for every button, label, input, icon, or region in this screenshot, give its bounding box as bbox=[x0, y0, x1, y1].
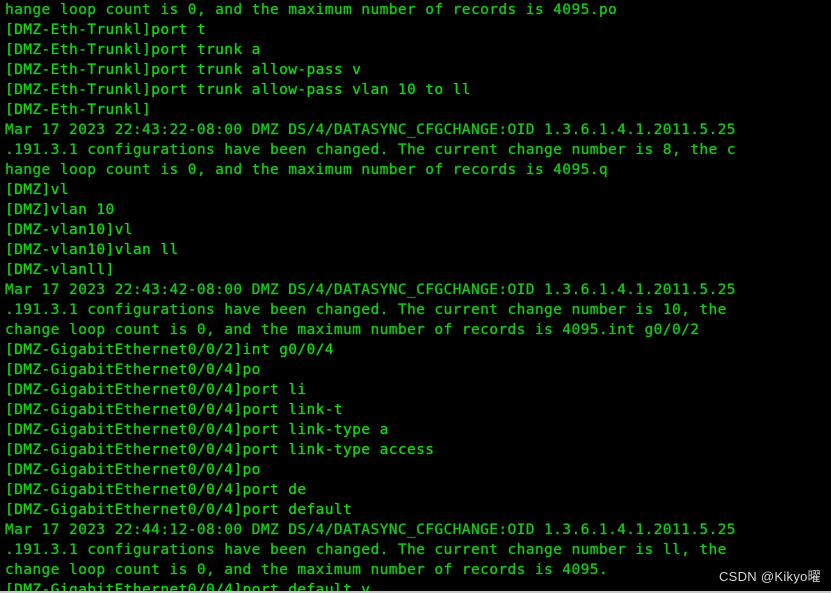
terminal-log-line: hange loop count is 0, and the maximum n… bbox=[5, 1, 618, 18]
terminal-log-line: hange loop count is 0, and the maximum n… bbox=[5, 161, 608, 178]
terminal-window[interactable]: hange loop count is 0, and the maximum n… bbox=[0, 0, 831, 593]
terminal-prompt-line: [DMZ-Eth-Trunkl]port t bbox=[5, 21, 206, 38]
terminal-prompt-line: [DMZ-GigabitEthernet0/0/2]int g0/0/4 bbox=[5, 341, 334, 358]
terminal-prompt-line: [DMZ-vlan10]vl bbox=[5, 221, 133, 238]
terminal-output[interactable]: hange loop count is 0, and the maximum n… bbox=[5, 0, 831, 591]
terminal-prompt-line: [DMZ-GigabitEthernet0/0/4]port de bbox=[5, 481, 307, 498]
terminal-prompt-line: [DMZ-Eth-Trunkl]port trunk a bbox=[5, 41, 261, 58]
terminal-prompt-line: [DMZ-GigabitEthernet0/0/4]port li bbox=[5, 381, 307, 398]
terminal-log-line: .191.3.1 configurations have been change… bbox=[5, 541, 727, 558]
terminal-prompt-line: [DMZ-GigabitEthernet0/0/4]po bbox=[5, 361, 261, 378]
terminal-log-line: Mar 17 2023 22:44:12-08:00 DMZ DS/4/DATA… bbox=[5, 521, 736, 538]
terminal-log-line: Mar 17 2023 22:43:22-08:00 DMZ DS/4/DATA… bbox=[5, 121, 736, 138]
terminal-prompt-line: [DMZ-GigabitEthernet0/0/4]port default v bbox=[5, 581, 371, 593]
terminal-prompt-line: [DMZ-GigabitEthernet0/0/4]port link-type… bbox=[5, 421, 389, 438]
terminal-prompt-line: [DMZ-vlan10]vlan ll bbox=[5, 241, 179, 258]
terminal-prompt-line: [DMZ-Eth-Trunkl] bbox=[5, 101, 152, 118]
terminal-prompt-line: [DMZ-GigabitEthernet0/0/4]po bbox=[5, 461, 261, 478]
terminal-log-line: change loop count is 0, and the maximum … bbox=[5, 561, 608, 578]
csdn-watermark: CSDN @Kikyo曜 bbox=[718, 569, 821, 584]
terminal-prompt-line: [DMZ-vlanll] bbox=[5, 261, 115, 278]
terminal-log-line: change loop count is 0, and the maximum … bbox=[5, 321, 700, 338]
terminal-prompt-line: [DMZ-Eth-Trunkl]port trunk allow-pass v bbox=[5, 61, 362, 78]
terminal-prompt-line: [DMZ]vlan 10 bbox=[5, 201, 115, 218]
terminal-prompt-line: [DMZ]vl bbox=[5, 181, 69, 198]
terminal-log-line: Mar 17 2023 22:43:42-08:00 DMZ DS/4/DATA… bbox=[5, 281, 736, 298]
terminal-prompt-line: [DMZ-GigabitEthernet0/0/4]port default bbox=[5, 501, 353, 518]
terminal-log-line: .191.3.1 configurations have been change… bbox=[5, 301, 727, 318]
terminal-prompt-line: [DMZ-Eth-Trunkl]port trunk allow-pass vl… bbox=[5, 81, 471, 98]
terminal-prompt-line: [DMZ-GigabitEthernet0/0/4]port link-type… bbox=[5, 441, 435, 458]
terminal-prompt-line: [DMZ-GigabitEthernet0/0/4]port link-t bbox=[5, 401, 344, 418]
terminal-log-line: .191.3.1 configurations have been change… bbox=[5, 141, 736, 158]
